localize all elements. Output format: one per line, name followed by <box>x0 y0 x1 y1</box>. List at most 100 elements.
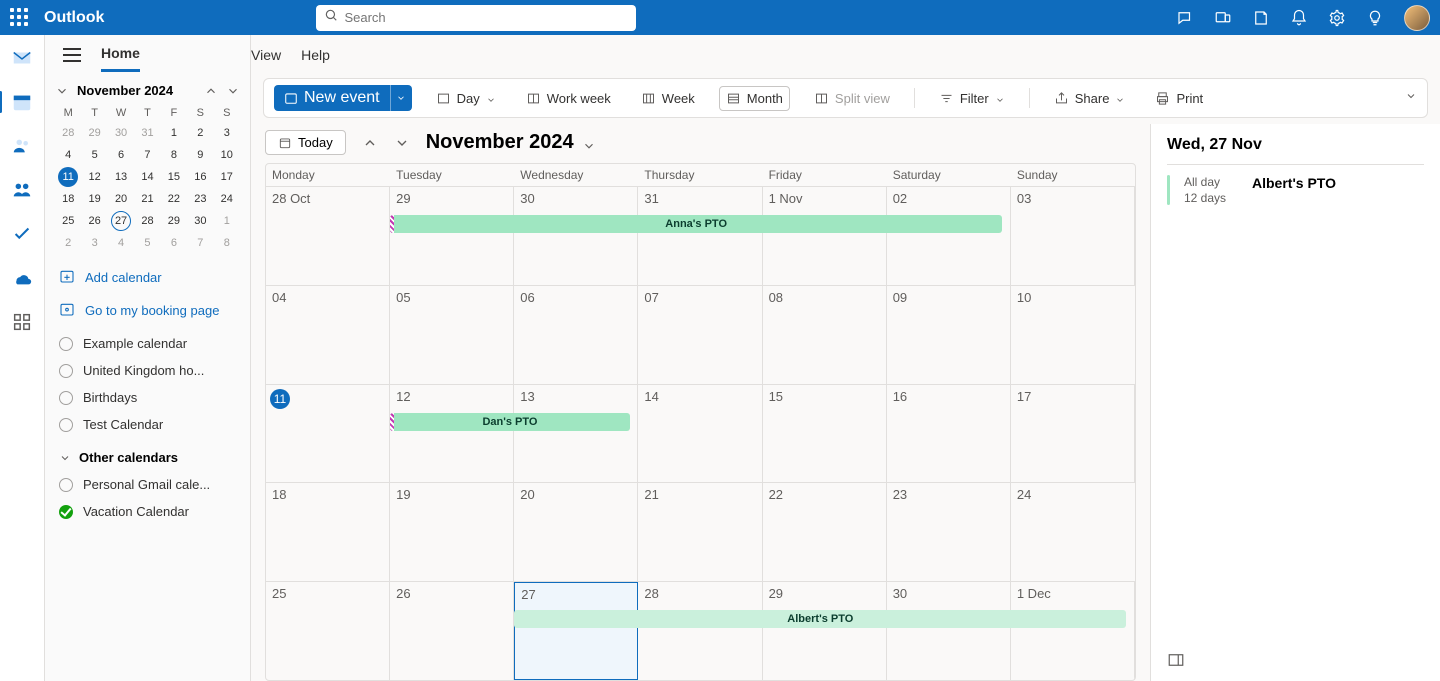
mini-day[interactable]: 2 <box>190 123 210 143</box>
tips-icon[interactable] <box>1366 9 1384 27</box>
calendar-toggle[interactable]: Birthdays <box>59 390 240 405</box>
mini-day[interactable]: 14 <box>137 167 157 187</box>
calendar-cell[interactable]: 13 <box>514 385 638 483</box>
print[interactable]: Print <box>1149 87 1209 110</box>
groups-icon[interactable] <box>11 179 33 201</box>
mini-day[interactable]: 27 <box>111 211 131 231</box>
calendar-toggle[interactable]: Personal Gmail cale... <box>59 477 240 492</box>
calendar-cell[interactable]: 18 <box>266 483 390 581</box>
mini-day[interactable]: 28 <box>137 211 157 231</box>
mini-day[interactable]: 24 <box>217 189 237 209</box>
calendar-toggle[interactable]: Example calendar <box>59 336 240 351</box>
mini-day[interactable]: 3 <box>85 233 105 253</box>
calendar-cell[interactable]: 30 <box>514 187 638 285</box>
mini-day[interactable]: 20 <box>111 189 131 209</box>
more-apps-icon[interactable] <box>11 311 33 333</box>
calendar-cell[interactable]: 31 <box>638 187 762 285</box>
tab-help[interactable]: Help <box>301 39 330 71</box>
calendar-cell[interactable]: 06 <box>514 286 638 384</box>
next-month-icon[interactable] <box>226 84 240 98</box>
mini-day[interactable]: 7 <box>137 145 157 165</box>
calendar-cell[interactable]: 14 <box>638 385 762 483</box>
mini-day[interactable]: 22 <box>164 189 184 209</box>
calendar-event[interactable]: Anna's PTO <box>390 215 1002 233</box>
calendar-cell[interactable]: 17 <box>1011 385 1135 483</box>
calendar-cell[interactable]: 29 <box>390 187 514 285</box>
calendar-cell[interactable]: 22 <box>763 483 887 581</box>
settings-icon[interactable] <box>1328 9 1346 27</box>
new-event-button[interactable]: New event <box>274 85 412 111</box>
calendar-cell[interactable]: 25 <box>266 582 390 680</box>
chevron-down-icon[interactable] <box>55 84 69 98</box>
expand-pane-icon[interactable] <box>1167 651 1185 669</box>
mini-day[interactable]: 25 <box>58 211 78 231</box>
overflow-icon[interactable] <box>1405 89 1417 107</box>
mini-day[interactable]: 23 <box>190 189 210 209</box>
mini-day[interactable]: 8 <box>217 233 237 253</box>
app-launcher-icon[interactable] <box>10 8 30 28</box>
next-period-icon[interactable] <box>394 135 410 151</box>
mini-day[interactable]: 16 <box>190 167 210 187</box>
calendar-cell[interactable]: 05 <box>390 286 514 384</box>
todo-icon[interactable] <box>11 223 33 245</box>
calendar-cell[interactable]: 04 <box>266 286 390 384</box>
mini-day[interactable]: 11 <box>58 167 78 187</box>
calendar-cell[interactable]: 30 <box>887 582 1011 680</box>
calendar-cell[interactable]: 23 <box>887 483 1011 581</box>
mini-day[interactable]: 18 <box>58 189 78 209</box>
calendar-cell[interactable]: 29 <box>763 582 887 680</box>
calendar-cell[interactable]: 24 <box>1011 483 1135 581</box>
mini-day[interactable]: 13 <box>111 167 131 187</box>
tab-home[interactable]: Home <box>101 37 140 72</box>
calendar-cell[interactable]: 1 Nov <box>763 187 887 285</box>
today-button[interactable]: Today <box>265 130 346 155</box>
mini-day[interactable]: 19 <box>85 189 105 209</box>
search-input[interactable] <box>344 10 628 25</box>
prev-period-icon[interactable] <box>362 135 378 151</box>
notes-icon[interactable] <box>1252 9 1270 27</box>
add-calendar-link[interactable]: Add calendar <box>59 268 240 287</box>
mini-day[interactable]: 4 <box>111 233 131 253</box>
mini-day[interactable]: 5 <box>85 145 105 165</box>
calendar-cell[interactable]: 1 Dec <box>1011 582 1135 680</box>
mini-day[interactable]: 6 <box>111 145 131 165</box>
mini-day[interactable]: 4 <box>58 145 78 165</box>
calendar-toggle[interactable]: United Kingdom ho... <box>59 363 240 378</box>
calendar-cell[interactable]: 28 <box>638 582 762 680</box>
detail-event-row[interactable]: All day 12 days Albert's PTO <box>1167 164 1424 205</box>
teams-chat-icon[interactable] <box>1176 9 1194 27</box>
event-drag-handle[interactable] <box>390 215 394 233</box>
hamburger-icon[interactable] <box>63 48 81 62</box>
view-work-week[interactable]: Work week <box>520 87 617 110</box>
mini-day[interactable]: 28 <box>58 123 78 143</box>
calendar-event[interactable]: Albert's PTO <box>514 610 1126 628</box>
mini-day[interactable]: 12 <box>85 167 105 187</box>
mini-day[interactable]: 31 <box>137 123 157 143</box>
search-box[interactable] <box>316 5 636 31</box>
calendar-cell[interactable]: 27 <box>514 582 638 680</box>
calendar-cell[interactable]: 03 <box>1011 187 1135 285</box>
calendar-cell[interactable]: 19 <box>390 483 514 581</box>
mini-day[interactable]: 26 <box>85 211 105 231</box>
calendar-cell[interactable]: 28 Oct <box>266 187 390 285</box>
calendar-cell[interactable]: 15 <box>763 385 887 483</box>
mini-day[interactable]: 1 <box>164 123 184 143</box>
calendar-toggle[interactable]: Vacation Calendar <box>59 504 240 519</box>
tab-view[interactable]: View <box>251 39 281 71</box>
mini-day[interactable]: 2 <box>58 233 78 253</box>
prev-month-icon[interactable] <box>204 84 218 98</box>
mini-calendar-title[interactable]: November 2024 <box>77 83 196 98</box>
mini-day[interactable]: 29 <box>164 211 184 231</box>
calendar-cell[interactable]: 21 <box>638 483 762 581</box>
calendar-title[interactable]: November 2024 <box>426 131 596 154</box>
mini-day[interactable]: 3 <box>217 123 237 143</box>
mini-day[interactable]: 30 <box>190 211 210 231</box>
calendar-cell[interactable]: 07 <box>638 286 762 384</box>
calendar-cell[interactable]: 26 <box>390 582 514 680</box>
mini-day[interactable]: 7 <box>190 233 210 253</box>
calendar-section-header[interactable]: Other calendars <box>59 450 240 465</box>
mini-day[interactable]: 1 <box>217 211 237 231</box>
calendar-cell[interactable]: 16 <box>887 385 1011 483</box>
view-week[interactable]: Week <box>635 87 701 110</box>
teams-icon[interactable] <box>1214 9 1232 27</box>
